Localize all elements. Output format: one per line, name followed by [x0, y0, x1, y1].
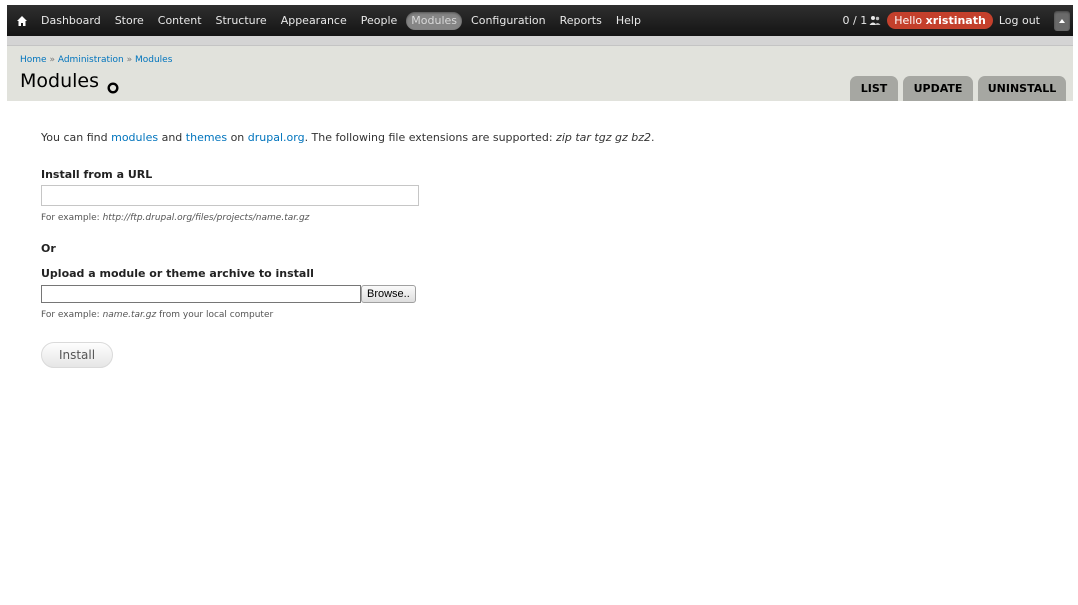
toolbar-item-modules[interactable]: Modules: [406, 11, 463, 30]
drupal-org-link[interactable]: drupal.org: [248, 131, 305, 144]
tab-list[interactable]: LIST: [850, 76, 898, 101]
page-title-text: Modules: [20, 70, 99, 92]
toolbar-item-help[interactable]: Help: [611, 12, 646, 30]
toolbar-item-structure[interactable]: Structure: [211, 12, 272, 30]
or-label: Or: [41, 242, 56, 255]
toolbar-item-people[interactable]: People: [356, 12, 403, 30]
breadcrumb-separator: »: [49, 55, 55, 65]
toolbar-menu: Dashboard Store Content Structure Appear…: [34, 11, 648, 30]
toolbar-item-store[interactable]: Store: [110, 12, 149, 30]
upload-description: For example: name.tar.gz from your local…: [41, 310, 1041, 320]
breadcrumb-home[interactable]: Home: [20, 55, 47, 65]
user-greeting[interactable]: Hello xristinath: [887, 12, 993, 29]
url-desc-example: http://ftp.drupal.org/files/projects/nam…: [102, 213, 310, 223]
tab-update[interactable]: UPDATE: [903, 76, 973, 101]
toolbar-item-dashboard[interactable]: Dashboard: [36, 12, 106, 30]
intro-prefix: You can find: [41, 131, 108, 144]
triangle-up-icon[interactable]: [1054, 10, 1070, 31]
online-users-count: 0 / 1: [842, 14, 868, 27]
browse-button[interactable]: Browse..: [361, 285, 416, 303]
upload-label: Upload a module or theme archive to inst…: [41, 267, 314, 280]
intro-suffix: . The following file extensions are supp…: [304, 131, 553, 144]
url-input[interactable]: [41, 185, 419, 206]
greeting-prefix: Hello: [894, 14, 923, 27]
page-header: Home » Administration » Modules Modules …: [7, 46, 1073, 101]
online-users: 0 / 1: [843, 14, 882, 27]
upload-desc-suffix: from your local computer: [159, 310, 274, 320]
install-button[interactable]: Install: [41, 342, 113, 368]
toolbar-item-appearance[interactable]: Appearance: [276, 12, 352, 30]
toolbar-item-content[interactable]: Content: [153, 12, 207, 30]
browser-window: Dashboard Store Content Structure Appear…: [7, 5, 1073, 605]
upload-desc-prefix: For example:: [41, 310, 100, 320]
users-icon: [869, 15, 881, 26]
breadcrumb-modules[interactable]: Modules: [135, 55, 172, 65]
toolbar-item-configuration[interactable]: Configuration: [466, 12, 551, 30]
url-description: For example: http://ftp.drupal.org/files…: [41, 213, 1041, 223]
intro-end: .: [651, 131, 655, 144]
admin-toolbar: Dashboard Store Content Structure Appear…: [7, 5, 1073, 36]
themes-link[interactable]: themes: [186, 131, 227, 144]
shortcut-bar: [7, 36, 1073, 46]
file-picker: Browse..: [41, 285, 1041, 303]
url-desc-prefix: For example:: [41, 213, 100, 223]
install-form: You can find modules and themes on drupa…: [41, 131, 1041, 368]
intro-and: and: [161, 131, 183, 144]
tab-uninstall[interactable]: UNINSTALL: [978, 76, 1066, 101]
page-title: Modules: [20, 70, 119, 94]
home-icon[interactable]: [12, 11, 32, 31]
secondary-tabs: LIST UPDATE UNINSTALL: [845, 76, 1066, 101]
intro-on: on: [230, 131, 245, 144]
modules-link[interactable]: modules: [111, 131, 158, 144]
intro-text: You can find modules and themes on drupa…: [41, 131, 1041, 144]
toolbar-user-area: 0 / 1 Hello xristinath Log out: [843, 5, 1073, 36]
username: xristinath: [925, 14, 986, 27]
supported-extensions: zip tar tgz gz bz2: [556, 131, 652, 144]
url-label: Install from a URL: [41, 168, 153, 181]
breadcrumb: Home » Administration » Modules: [20, 55, 172, 65]
add-shortcut-icon[interactable]: [107, 77, 119, 94]
upload-field-group: Upload a module or theme archive to inst…: [41, 267, 1041, 320]
toolbar-item-reports[interactable]: Reports: [555, 12, 607, 30]
file-path-input[interactable]: [41, 285, 361, 303]
logout-link[interactable]: Log out: [999, 14, 1040, 27]
breadcrumb-separator: »: [126, 55, 133, 65]
breadcrumb-administration[interactable]: Administration: [58, 55, 124, 65]
upload-desc-example: name.tar.gz: [102, 310, 157, 320]
url-field-group: Install from a URL For example: http://f…: [41, 168, 1041, 223]
